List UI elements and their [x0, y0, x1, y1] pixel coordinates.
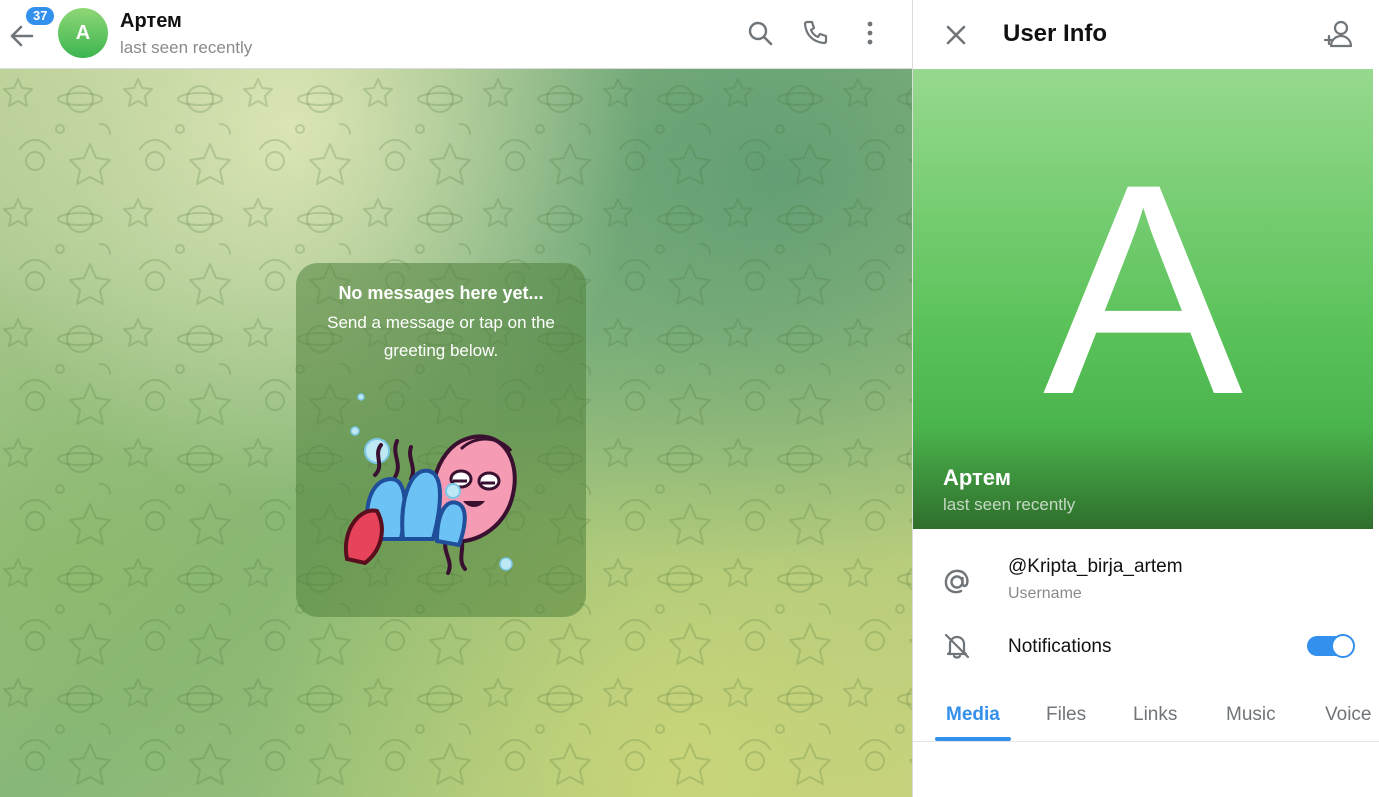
unread-badge: 37	[24, 5, 57, 27]
search-button[interactable]	[745, 18, 775, 48]
at-icon	[944, 569, 969, 594]
close-icon	[946, 25, 966, 45]
profile-avatar-letter: A	[1042, 121, 1244, 457]
shared-media-tabs: Media Files Links Music Voice	[913, 686, 1379, 742]
active-tab-indicator	[935, 737, 1011, 741]
profile-photo[interactable]: A Артем last seen recently	[913, 69, 1373, 529]
profile-status: last seen recently	[943, 495, 1076, 514]
tab-media[interactable]: Media	[946, 704, 1000, 726]
notifications-label: Notifications	[1008, 636, 1112, 657]
add-contact-button[interactable]	[1323, 18, 1355, 50]
search-icon	[748, 21, 773, 46]
tab-links[interactable]: Links	[1133, 704, 1177, 726]
username-label: Username	[1008, 585, 1082, 602]
user-info-title: User Info	[1003, 20, 1108, 47]
empty-chat-text: Send a message or tap on the greeting be…	[327, 313, 555, 360]
add-user-icon	[1323, 20, 1353, 48]
profile-name: Артем	[943, 465, 1012, 490]
tab-voice[interactable]: Voice	[1325, 704, 1371, 726]
toggle-knob	[1331, 634, 1355, 658]
chat-title[interactable]: Артем	[120, 10, 182, 33]
notifications-row[interactable]: Notifications	[913, 622, 1373, 672]
chat-panel: 37 A Артем last seen recently No message…	[0, 0, 912, 797]
call-button[interactable]	[800, 18, 830, 48]
empty-chat-card: No messages here yet... Send a message o…	[296, 263, 586, 617]
username-value: @Kripta_birja_artem	[1008, 556, 1183, 577]
chat-status: last seen recently	[120, 38, 253, 57]
user-info-header: User Info	[913, 0, 1379, 69]
more-vertical-icon	[867, 21, 873, 45]
username-row[interactable]: @Kripta_birja_artem Username	[913, 548, 1373, 618]
bell-off-icon	[944, 633, 970, 659]
tab-files[interactable]: Files	[1046, 704, 1086, 726]
empty-chat-title: No messages here yet...	[338, 283, 544, 303]
tab-music[interactable]: Music	[1226, 704, 1276, 726]
more-button[interactable]	[855, 18, 885, 48]
chat-background: No messages here yet... Send a message o…	[0, 69, 912, 797]
user-info-panel: User Info A Артем last seen recently @Kr…	[912, 0, 1379, 797]
phone-icon	[803, 20, 828, 45]
notifications-toggle[interactable]	[1307, 634, 1355, 658]
greeting-sticker[interactable]	[341, 389, 551, 579]
chat-header: 37 A Артем last seen recently	[0, 0, 912, 69]
chat-avatar[interactable]: A	[58, 8, 108, 58]
close-button[interactable]	[941, 20, 971, 50]
